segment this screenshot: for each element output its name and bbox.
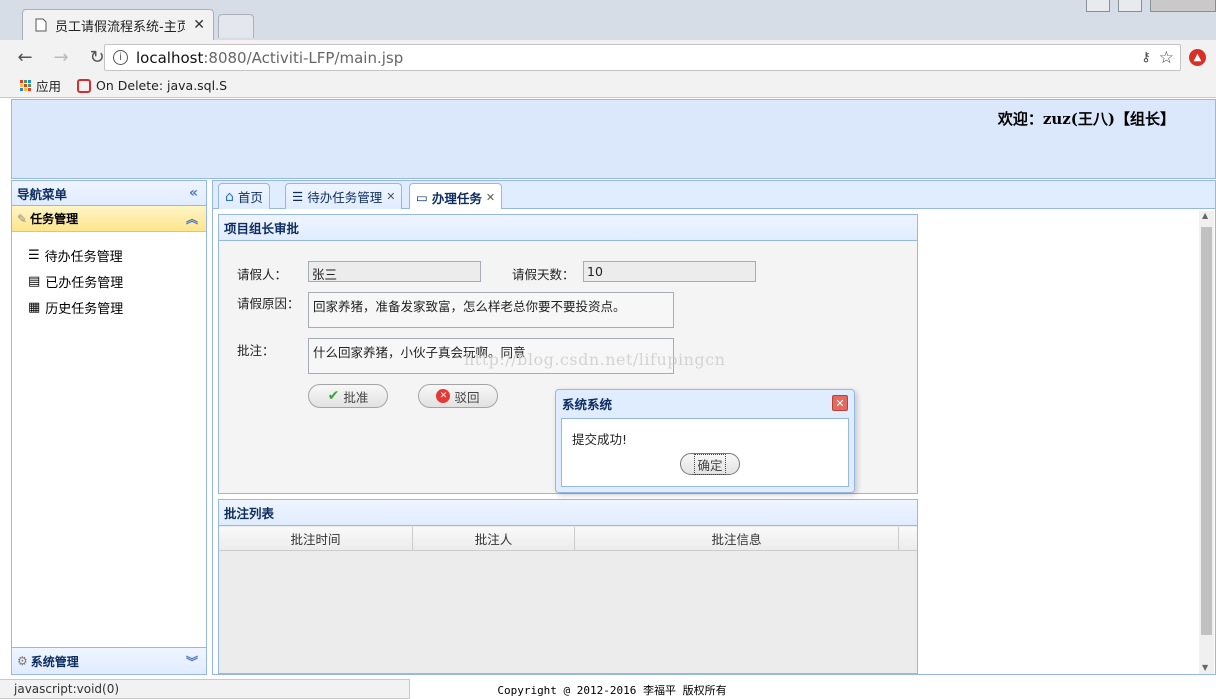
dialog-body: 提交成功! 确定 [561,418,849,487]
new-tab-button[interactable] [218,14,254,38]
tab-todo-label: 待办任务管理 [307,190,383,205]
column-header-message[interactable]: 批注信息 [575,527,899,550]
approve-button[interactable]: ✔ 批准 [308,384,388,408]
column-header-person[interactable]: 批注人 [413,527,575,550]
info-icon[interactable]: i [113,50,128,65]
star-icon[interactable]: ☆ [1159,48,1174,68]
apps-grid-icon [20,80,31,91]
close-tab-handle-icon[interactable]: ✕ [486,191,495,204]
gear-icon: ⚙ [17,654,28,668]
accordion-system-label: 系统管理 [30,654,79,669]
browser-tab-title: 员工请假流程系统-主页 [55,19,186,35]
bookmarks-bar: 应用 On Delete: java.sql.S [0,74,1216,98]
forward-icon[interactable]: → [50,47,72,68]
message-dialog: 系统系统 ✕ 提交成功! 确定 [555,389,855,493]
sidebar-item-history[interactable]: ▦ 历史任务管理 [12,294,206,320]
app-header: 欢迎：zuz(王八)【组长】 [11,99,1216,179]
tab-home-label: 首页 [237,190,263,205]
back-icon[interactable]: ← [14,47,36,68]
maximize-icon[interactable] [1118,0,1142,12]
comments-grid-header: 批注时间 批注人 批注信息 [219,527,917,551]
scrollbar-thumb[interactable] [1201,227,1212,635]
close-icon[interactable]: ✕ [832,395,848,411]
home-icon: ⌂ [225,188,234,205]
close-tab-todo-icon[interactable]: ✕ [386,190,395,203]
applicant-field[interactable]: 张三 [308,261,481,282]
ok-label: 确定 [694,453,726,475]
minimize-icon[interactable] [1086,0,1110,12]
tab-home[interactable]: ⌂ 首页 [218,183,270,209]
approval-panel-title: 项目组长审批 [219,215,917,241]
bookmark-on-delete[interactable]: On Delete: java.sql.S [77,78,227,93]
close-tab-icon[interactable]: ✕ [193,17,205,33]
close-window-icon[interactable] [1150,0,1216,12]
expand-down-icon[interactable]: ︾ [186,653,198,670]
dialog-title: 系统系统 [562,396,613,412]
collapse-left-icon[interactable]: « [189,185,198,201]
reason-textarea[interactable]: 回家养猪，准备发家致富，怎么样老总你要不要投资点。 [308,292,674,328]
nav-panel: 导航菜单 « ✎ 任务管理 ︽ ☰ 待办任务管理 ▤ 已办任务管理 ▦ 历史任务… [11,180,207,675]
reason-label: 请假原因： [237,296,300,311]
column-header-time[interactable]: 批注时间 [219,527,413,550]
vertical-scrollbar[interactable]: ▲ ▼ [1199,211,1214,674]
page-icon [35,18,47,32]
tab-handle-task-label: 办理任务 [431,190,482,206]
reject-label: 驳回 [454,389,480,405]
days-field[interactable]: 10 [583,261,756,282]
cancel-icon: ✕ [436,389,451,403]
address-bar[interactable]: i localhost:8080/Activiti-LFP/main.jsp ⚷… [104,44,1181,71]
dialog-message: 提交成功! [572,432,628,447]
tab-todo[interactable]: ☰ 待办任务管理 ✕ [285,183,403,209]
sidebar-item-label: 待办任务管理 [44,249,123,265]
collapse-up-icon[interactable]: ︽ [186,210,198,227]
bookmark-apps-label: 应用 [36,79,62,94]
scroll-up-icon[interactable]: ▲ [1202,211,1208,220]
nav-title: 导航菜单 [17,186,68,202]
accordion-task-label: 任务管理 [30,212,79,226]
sidebar-item-label: 已办任务管理 [45,275,124,291]
document-icon: ▤ [28,273,41,289]
approve-label: 批准 [343,389,369,405]
url-path: :8080/Activiti-LFP/main.jsp [203,48,404,67]
url-host: localhost [136,48,204,67]
applicant-label: 请假人： [237,267,288,282]
comment-label: 批注： [237,343,275,358]
comments-panel-title: 批注列表 [219,500,917,526]
bookmark-on-delete-label: On Delete: java.sql.S [96,78,227,93]
sidebar-item-label: 历史任务管理 [45,301,124,317]
browser-tab[interactable]: 员工请假流程系统-主页 ✕ [22,9,214,40]
tab-handle-task[interactable]: ▭ 办理任务 ✕ [409,183,503,210]
nav-panel-header: 导航菜单 « [12,181,206,206]
key-icon[interactable]: ⚷ [1141,50,1151,65]
bookmark-apps[interactable]: 应用 [20,76,61,95]
list-check-icon: ☰ [292,189,304,204]
scroll-down-icon[interactable]: ▼ [1202,663,1208,672]
accordion-system-management[interactable]: ⚙ 系统管理 ︾ [12,647,206,674]
welcome-text: 欢迎：zuz(王八)【组长】 [997,110,1175,128]
tab-bar: ⌂ 首页 ☰ 待办任务管理 ✕ ▭ 办理任务 ✕ [213,181,1215,210]
reject-button[interactable]: ✕ 驳回 [418,384,498,408]
dialog-header: 系统系统 ✕ [556,390,854,416]
comments-panel: 批注列表 批注时间 批注人 批注信息 [218,499,918,674]
sidebar-item-todo[interactable]: ☰ 待办任务管理 [12,242,206,268]
ok-button[interactable]: 确定 [680,453,740,475]
archive-icon: ▦ [28,299,41,315]
footer-copyright: Copyright @ 2012-2016 李福平 版权所有 [497,684,727,697]
accordion-task-management[interactable]: ✎ 任务管理 ︽ [12,206,206,232]
extension-icon[interactable]: ▲ [1189,49,1206,66]
watermark: http://blog.csdn.net/lifupingcn [464,350,726,369]
list-check-icon: ☰ [28,247,40,263]
edit-icon: ✎ [17,211,28,226]
oracle-icon [77,78,92,93]
check-icon: ✔ [327,388,340,404]
days-label: 请假天数： [512,267,575,282]
form-icon: ▭ [416,189,428,205]
sidebar-item-done[interactable]: ▤ 已办任务管理 [12,268,206,294]
